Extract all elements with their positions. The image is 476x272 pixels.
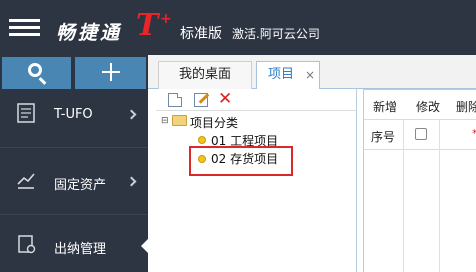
new-doc-icon[interactable] — [168, 93, 182, 107]
tree-root[interactable]: 项目分类 — [190, 114, 238, 131]
report-icon — [17, 103, 35, 123]
sidebar-item-label: T-UFO — [54, 107, 93, 122]
sidebar-item-label: 出纳管理 — [54, 242, 107, 257]
brand-plus: + — [160, 11, 172, 27]
highlight-box — [189, 146, 293, 176]
sidebar-item-fixed-assets[interactable]: 固定资产 — [0, 148, 148, 214]
node-bullet-icon — [198, 136, 206, 144]
brand-name: 畅捷通 — [56, 22, 123, 44]
tab-bar: 我的桌面 项目 × — [148, 55, 476, 91]
top-header: 畅捷通 T + 标准版 激活.阿可云公司 — [0, 0, 476, 55]
edition-label: 标准版 — [180, 26, 222, 42]
project-grid-pane: 新增 修改 删除 序号 * — [364, 89, 476, 272]
tree-toolbar: ✕ — [156, 89, 356, 111]
chevron-right-icon — [126, 176, 137, 187]
chevron-right-icon — [126, 109, 137, 120]
delete-button[interactable]: 删除 — [456, 98, 476, 115]
pane-splitter[interactable] — [356, 89, 364, 272]
active-indicator — [141, 238, 149, 254]
sidebar-item-label: 固定资产 — [54, 178, 107, 193]
cashier-icon — [18, 235, 36, 254]
collapse-toggle-icon[interactable]: ⊟ — [161, 116, 169, 126]
sidebar: T-UFO 固定资产 出纳管理 — [0, 55, 148, 272]
edit-icon[interactable] — [194, 93, 208, 107]
add-button[interactable]: 新增 — [373, 98, 397, 115]
plus-icon — [102, 63, 120, 81]
company-name: 激活.阿可云公司 — [232, 27, 320, 41]
folder-icon — [172, 115, 187, 126]
grid-toolbar: 新增 修改 删除 — [364, 90, 476, 120]
tab-label: 项目 — [268, 67, 295, 82]
delete-icon[interactable]: ✕ — [218, 91, 232, 108]
required-mark: * — [472, 127, 476, 140]
column-header-index: 序号 — [371, 130, 396, 144]
column-divider — [403, 120, 404, 272]
category-tree-pane: ✕ ⊟ 项目分类 01 工程项目 02 存货项目 — [156, 89, 356, 272]
hamburger-icon[interactable] — [9, 19, 40, 37]
asset-icon — [17, 173, 35, 189]
grid-header: 序号 * — [364, 120, 476, 150]
tab-project[interactable]: 项目 × — [256, 61, 320, 91]
column-divider — [439, 120, 440, 272]
tab-my-desktop[interactable]: 我的桌面 — [158, 61, 252, 90]
close-icon[interactable]: × — [305, 62, 315, 88]
select-all-checkbox[interactable] — [415, 128, 427, 140]
edit-button[interactable]: 修改 — [416, 98, 440, 115]
brand-mark: T — [136, 8, 159, 43]
search-icon — [28, 63, 42, 77]
sidebar-item-tufo[interactable]: T-UFO — [0, 81, 148, 147]
sidebar-item-cashier[interactable]: 出纳管理 — [0, 215, 148, 272]
